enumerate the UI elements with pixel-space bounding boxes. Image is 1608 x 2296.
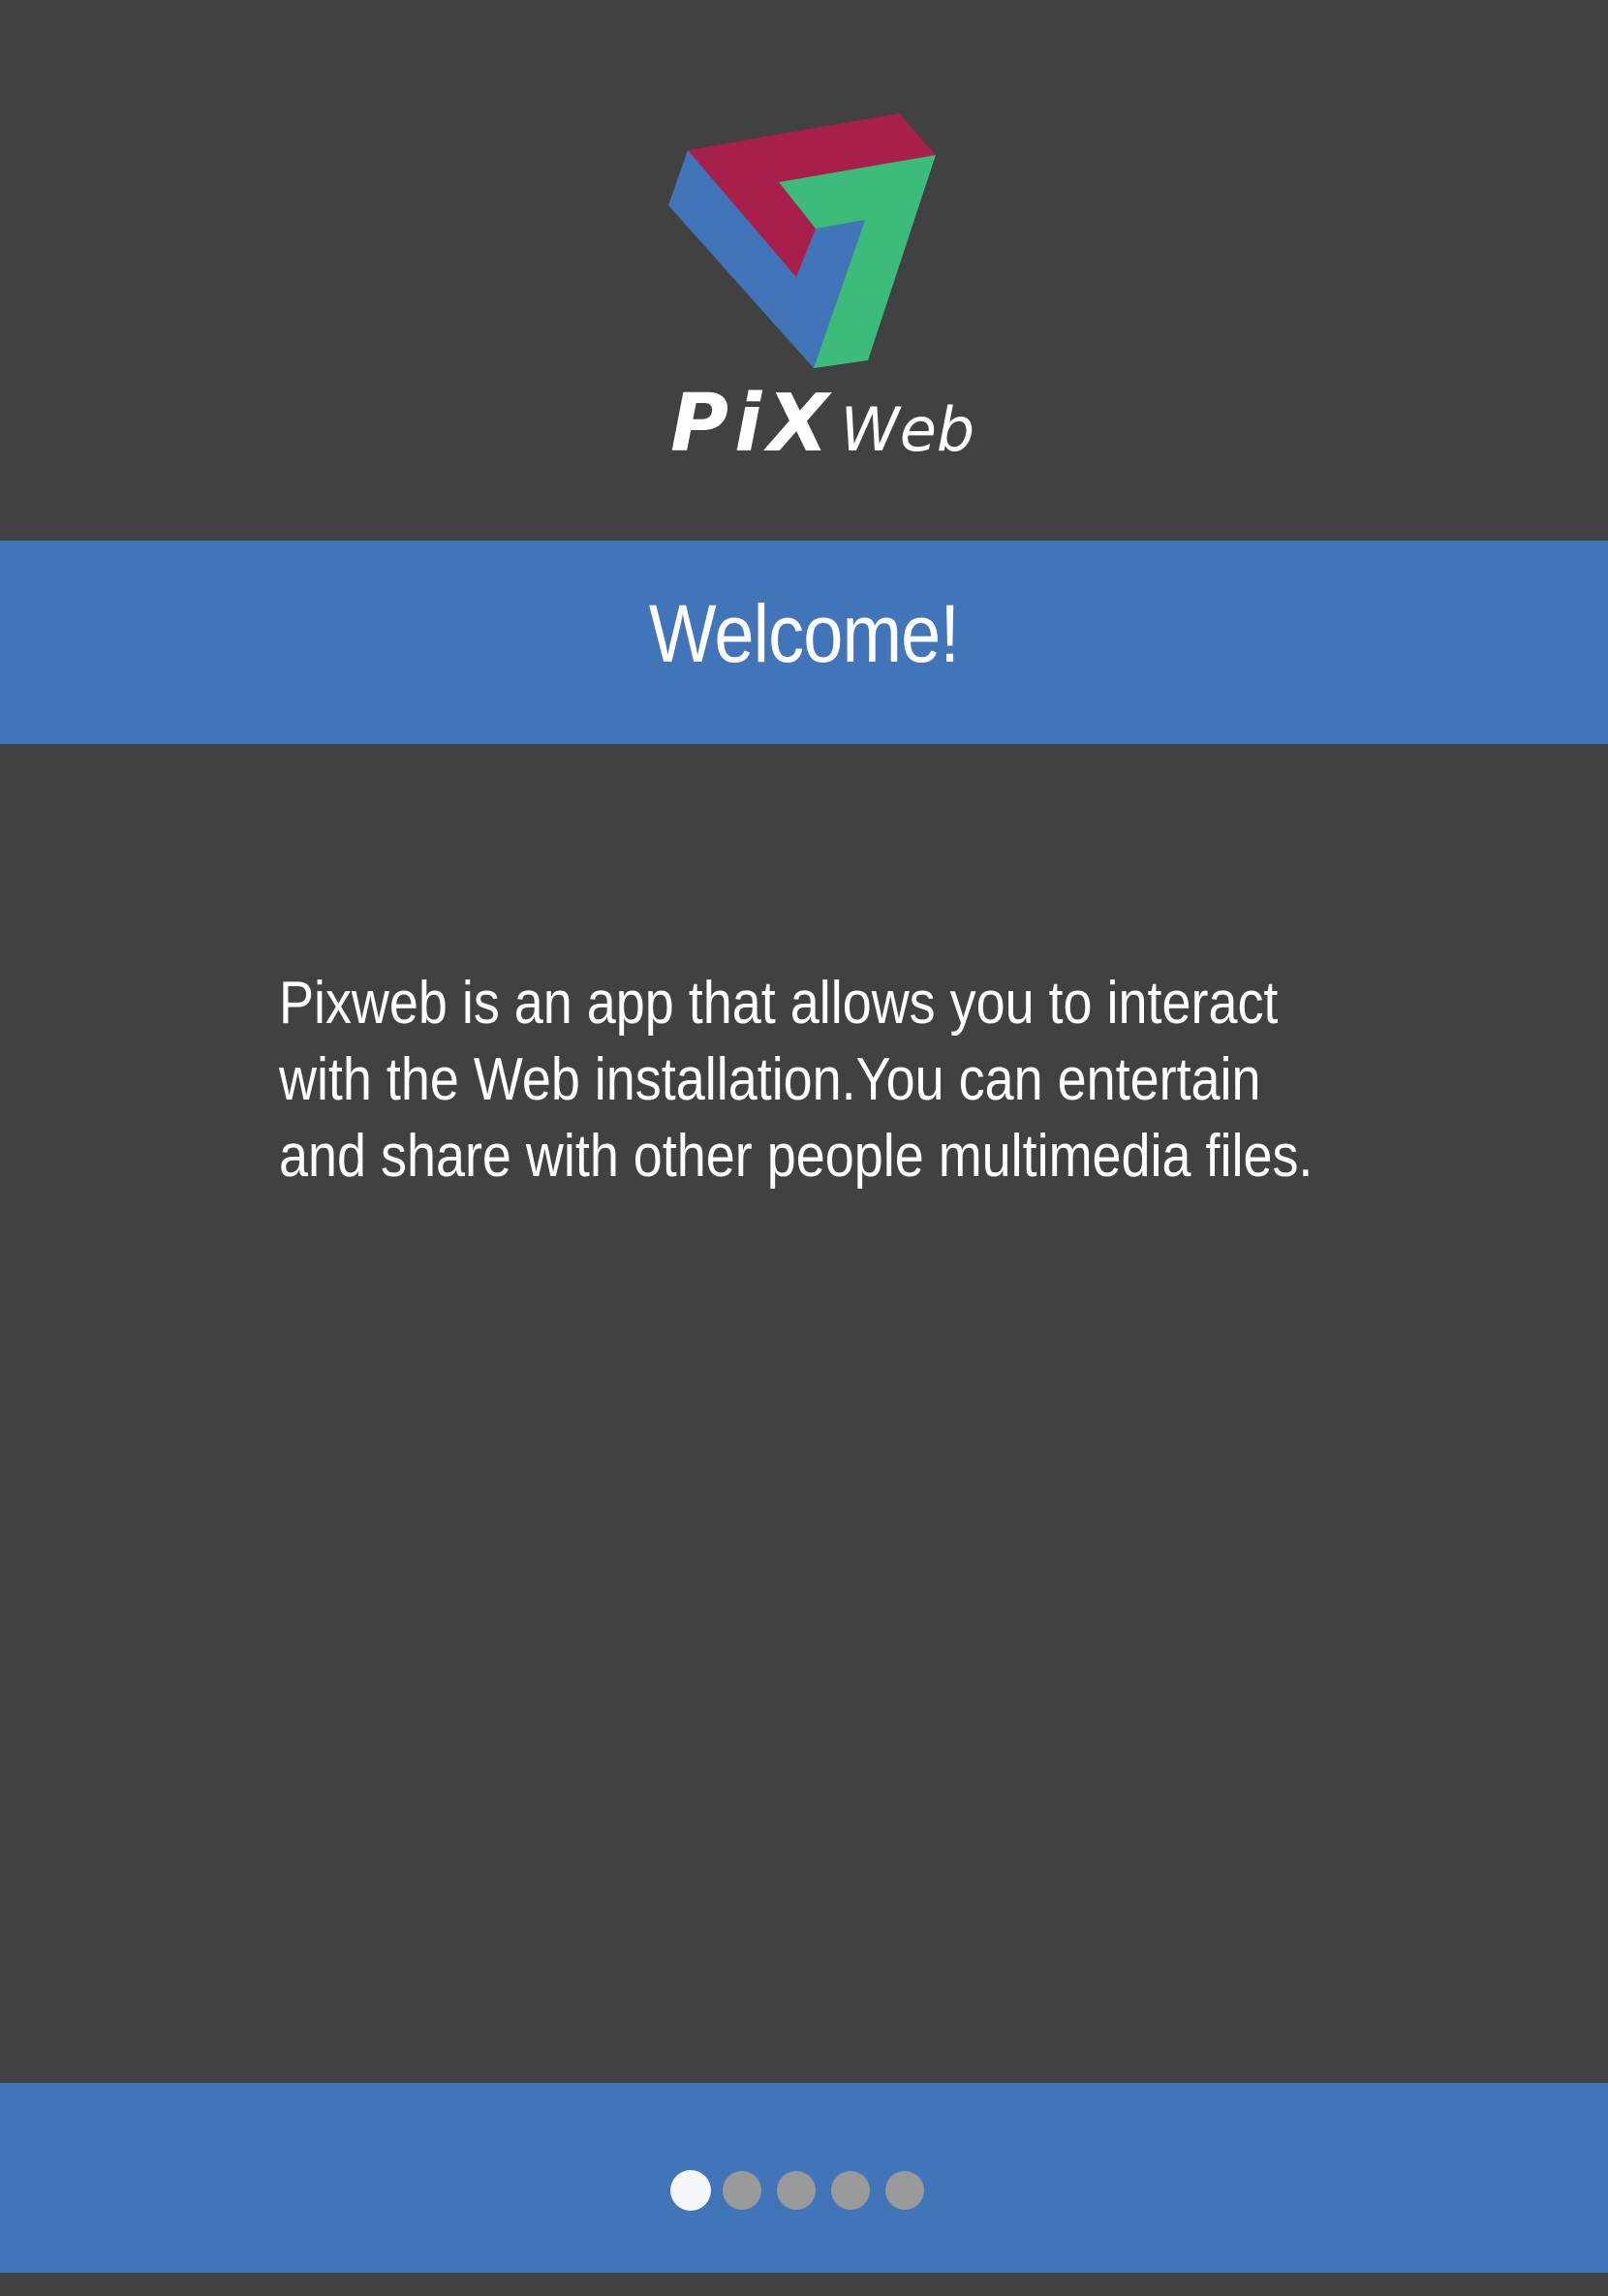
page-dot-3[interactable] [777, 2171, 816, 2210]
page-indicator [670, 2169, 940, 2212]
description-line: and share with other people multimedia f… [279, 1123, 1314, 1190]
app-description: Pixweb is an app that allows you to inte… [279, 965, 1315, 1195]
app-logo-wordmark: PiXWeb [670, 378, 974, 470]
app-name-secondary: Web [840, 394, 975, 465]
onboarding-screen: PiXWeb Welcome! Pixweb is an app that al… [0, 0, 1608, 2296]
page-dot-4[interactable] [831, 2171, 870, 2210]
page-dot-5[interactable] [885, 2171, 924, 2210]
page-dot-1-active[interactable] [670, 2170, 711, 2211]
welcome-banner: Welcome! [0, 541, 1608, 744]
description-line: with the Web installation.You can entert… [279, 1046, 1261, 1113]
app-logo: PiXWeb [659, 105, 974, 492]
pixweb-triangle-logo-icon [668, 113, 936, 368]
description-line: Pixweb is an app that allows you to inte… [279, 970, 1279, 1037]
page-dot-2[interactable] [723, 2171, 761, 2210]
app-name-primary: PiX [670, 378, 835, 470]
welcome-title: Welcome! [648, 587, 960, 679]
